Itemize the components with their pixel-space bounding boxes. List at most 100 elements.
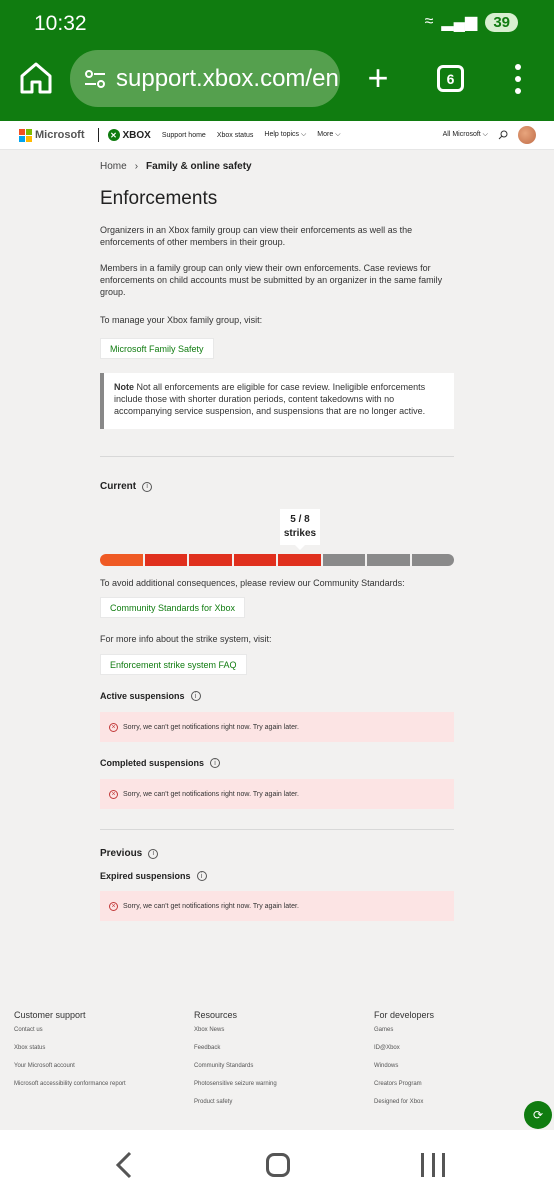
- strike-segment-empty: [322, 554, 365, 566]
- site-header: Microsoft ✕ XBOX Support home Xbox statu…: [0, 121, 554, 150]
- chat-support-button[interactable]: ⟳: [524, 1101, 552, 1129]
- info-icon[interactable]: i: [210, 758, 221, 768]
- footer-link[interactable]: Xbox status: [14, 1045, 126, 1063]
- footer-link[interactable]: Windows: [374, 1063, 434, 1081]
- community-standards-link[interactable]: Community Standards for Xbox: [100, 597, 246, 618]
- strike-count: 5 / 8: [290, 514, 310, 525]
- home-nav-icon[interactable]: [266, 1153, 290, 1177]
- xbox-name: XBOX: [122, 129, 151, 141]
- new-tab-button[interactable]: +: [362, 60, 394, 96]
- expired-suspensions-label: Expired suspensions: [100, 871, 191, 881]
- footer-column-developers: For developers Games ID@Xbox Windows Cre…: [374, 1010, 434, 1117]
- footer-heading: Resources: [194, 1010, 238, 1020]
- avoid-consequences-text: To avoid additional consequences, please…: [100, 578, 405, 588]
- battery-badge: 39: [485, 12, 518, 32]
- all-microsoft-menu[interactable]: All Microsoft ⌵: [443, 131, 488, 139]
- error-message: Sorry, we can't get notifications right …: [123, 790, 299, 798]
- previous-heading: Previous i: [100, 848, 159, 859]
- info-icon[interactable]: i: [148, 848, 159, 859]
- completed-suspensions-error: × Sorry, we can't get notifications righ…: [100, 779, 454, 809]
- error-icon: ×: [109, 789, 118, 799]
- chevron-right-icon: ›: [134, 161, 139, 172]
- breadcrumb: Home › Family & online safety: [100, 161, 252, 172]
- footer-link[interactable]: ID@Xbox: [374, 1045, 434, 1063]
- active-suspensions-label: Active suspensions: [100, 691, 185, 701]
- nav-help-topics[interactable]: Help topics ⌵: [264, 131, 306, 139]
- error-icon: ×: [109, 901, 118, 911]
- url-text: support.xbox.com/en: [116, 64, 339, 92]
- previous-heading-label: Previous: [100, 848, 143, 859]
- footer-heading: Customer support: [14, 1010, 86, 1020]
- info-icon[interactable]: i: [196, 871, 207, 881]
- wifi-icon: ≈: [424, 13, 434, 30]
- manage-family-text: To manage your Xbox family group, visit:: [100, 315, 263, 325]
- family-safety-link[interactable]: Microsoft Family Safety: [100, 338, 214, 359]
- strike-segment-filled: [189, 554, 232, 566]
- note-text: Not all enforcements are eligible for ca…: [114, 382, 426, 416]
- footer-link[interactable]: Microsoft accessibility conformance repo…: [14, 1081, 126, 1099]
- system-nav-bar: [0, 1130, 554, 1200]
- active-suspensions-heading: Active suspensions i: [100, 691, 201, 701]
- nav-xbox-status[interactable]: Xbox status: [217, 132, 254, 139]
- xbox-logo[interactable]: ✕ XBOX: [107, 129, 151, 141]
- search-icon[interactable]: [498, 130, 508, 140]
- strike-progress-bar: [100, 554, 454, 566]
- footer-link[interactable]: Feedback: [194, 1045, 277, 1063]
- breadcrumb-current: Family & online safety: [146, 161, 252, 172]
- xbox-icon: ✕: [107, 129, 120, 141]
- current-heading-label: Current: [100, 481, 137, 492]
- footer-column-customer-support: Customer support Contact us Xbox status …: [14, 1010, 126, 1099]
- intro-paragraph-2: Members in a family group can only view …: [100, 263, 443, 297]
- breadcrumb-home[interactable]: Home: [100, 161, 127, 172]
- footer-link[interactable]: Community Standards: [194, 1063, 277, 1081]
- info-icon[interactable]: i: [190, 691, 201, 701]
- footer-column-resources: Resources Xbox News Feedback Community S…: [194, 1010, 277, 1117]
- microsoft-logo-icon: [19, 128, 32, 142]
- nav-more[interactable]: More ⌵: [317, 131, 340, 139]
- expired-suspensions-error: × Sorry, we can't get notifications righ…: [100, 891, 454, 921]
- section-divider: [100, 829, 454, 830]
- more-menu-icon[interactable]: [510, 64, 526, 94]
- microsoft-logo[interactable]: Microsoft: [19, 128, 85, 142]
- footer-link[interactable]: Xbox News: [194, 1027, 277, 1045]
- tab-switcher-button[interactable]: 6: [437, 65, 464, 92]
- site-footer: Customer support Contact us Xbox status …: [0, 1000, 554, 1130]
- footer-link[interactable]: Your Microsoft account: [14, 1063, 126, 1081]
- expired-suspensions-heading: Expired suspensions i: [100, 871, 207, 881]
- info-icon[interactable]: i: [142, 481, 153, 492]
- section-divider: [100, 456, 454, 457]
- back-icon[interactable]: [112, 1150, 136, 1180]
- strike-segment-empty: [367, 554, 410, 566]
- microsoft-name: Microsoft: [35, 129, 85, 141]
- strike-segment-filled: [278, 554, 321, 566]
- footer-link[interactable]: Games: [374, 1027, 434, 1045]
- strike-segment-filled: [233, 554, 276, 566]
- page-title: Enforcements: [100, 188, 218, 209]
- strike-faq-link[interactable]: Enforcement strike system FAQ: [100, 654, 247, 675]
- header-divider: [97, 128, 99, 142]
- strike-count-bubble: 5 / 8 strikes: [280, 509, 320, 550]
- footer-link[interactable]: Contact us: [14, 1027, 126, 1045]
- browser-toolbar: 10:32 ≈ ▂▄▆ 39 support.xbox.com/en + 6: [0, 0, 554, 121]
- signal-icon: ▂▄▆: [441, 14, 478, 31]
- error-message: Sorry, we can't get notifications right …: [123, 902, 299, 910]
- strike-segment-empty: [411, 554, 454, 566]
- note-box: Note Not all enforcements are eligible f…: [100, 373, 454, 429]
- error-message: Sorry, we can't get notifications right …: [123, 723, 299, 731]
- footer-link[interactable]: Photosensitive seizure warning: [194, 1081, 277, 1099]
- site-settings-icon[interactable]: [82, 66, 108, 92]
- footer-link[interactable]: Creators Program: [374, 1081, 434, 1099]
- completed-suspensions-label: Completed suspensions: [100, 758, 205, 768]
- recent-apps-icon[interactable]: [421, 1153, 445, 1177]
- nav-support-home[interactable]: Support home: [162, 132, 206, 139]
- footer-link[interactable]: Product safety: [194, 1099, 277, 1117]
- note-label: Note: [114, 382, 134, 392]
- home-icon[interactable]: [18, 60, 54, 96]
- strike-info-text: For more info about the strike system, v…: [100, 634, 272, 644]
- status-time: 10:32: [34, 12, 87, 35]
- url-bar[interactable]: support.xbox.com/en: [70, 50, 340, 107]
- status-icons: ≈ ▂▄▆ 39: [425, 12, 518, 32]
- intro-paragraph-1: Organizers in an Xbox family group can v…: [100, 225, 413, 247]
- footer-link[interactable]: Designed for Xbox: [374, 1099, 434, 1117]
- avatar[interactable]: [518, 126, 536, 144]
